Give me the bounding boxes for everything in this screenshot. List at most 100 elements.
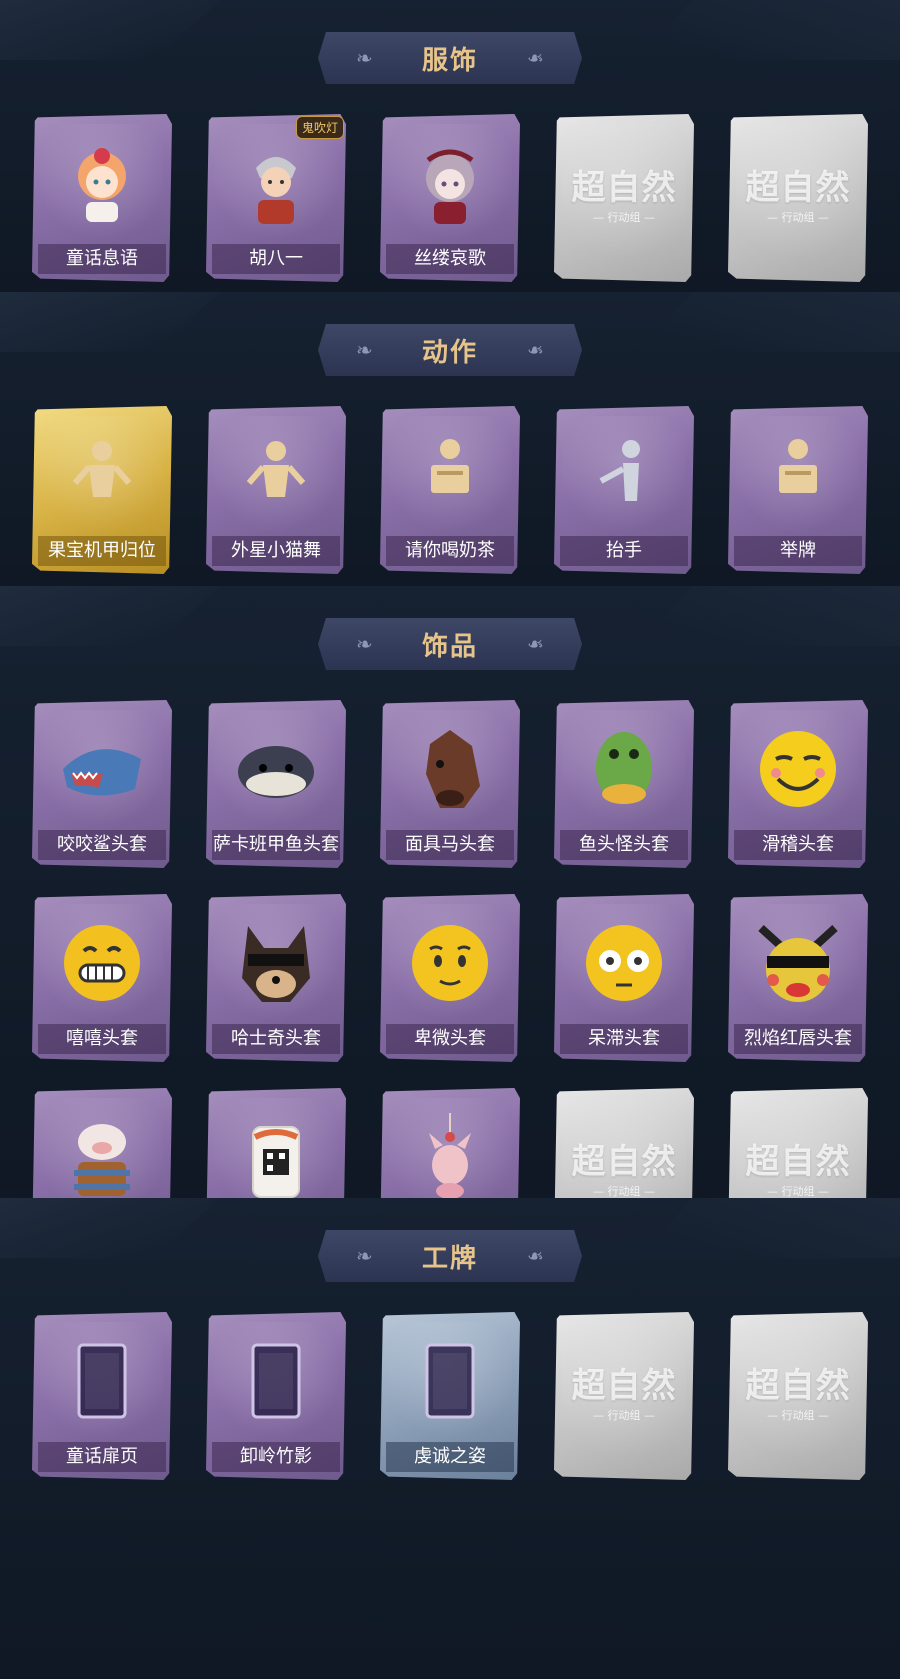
item-card[interactable]: 果宝机甲归位 (32, 406, 172, 574)
item-preview (388, 124, 512, 246)
item-preview (214, 904, 338, 1026)
swirl-ornament-icon: ❧ (527, 632, 544, 656)
item-card[interactable]: 烈焰红唇头套 (728, 894, 868, 1062)
cow-backpack-icon (60, 1112, 144, 1206)
item-card[interactable]: 外星小猫舞 (206, 406, 346, 574)
swirl-ornament-icon: ❧ (356, 46, 373, 70)
item-card[interactable]: 童话扉页 (32, 1312, 172, 1480)
item-preview (388, 904, 512, 1026)
watermark-subtitle: — 行动组 — (593, 1185, 655, 1198)
placeholder-logo-icon: 超自然 — 行动组 — (746, 1145, 851, 1199)
item-card[interactable]: 鬼吹灯 胡八一 (206, 114, 346, 282)
item-label: 童话息语 (38, 244, 166, 274)
item-preview: 超自然 — 行动组 — (736, 1322, 860, 1470)
item-preview (736, 904, 860, 1026)
watermark-subtitle: — 行动组 — (767, 211, 829, 224)
item-card[interactable]: 抬手 (554, 406, 694, 574)
item-preview (40, 124, 164, 246)
item-label: 请你喝奶茶 (386, 536, 514, 566)
placeholder-logo-icon: 超自然 — 行动组 — (746, 1369, 851, 1423)
placeholder-logo-icon: 超自然 — 行动组 — (572, 1145, 677, 1199)
shark-head-icon (57, 729, 147, 813)
item-card[interactable]: 丝缕哀歌 (380, 114, 520, 282)
raise-hand-icon (589, 435, 659, 519)
placeholder-logo-icon: 超自然 — 行动组 — (572, 171, 677, 225)
item-label: 嘻嘻头套 (38, 1024, 166, 1054)
item-preview (562, 416, 686, 538)
locked-item-card[interactable]: 超自然 — 行动组 — (554, 1312, 694, 1480)
item-card[interactable]: 萨卡班甲鱼头套 (206, 700, 346, 868)
section-3: ❧ 饰品 ❧ 咬咬鲨头套 萨卡班甲鱼头套 面具马头套 鱼头怪头套 滑稽头套嘻嘻头套 哈士奇头套 卑… (0, 586, 900, 1256)
item-label: 果宝机甲归位 (38, 536, 166, 566)
item-label: 鱼头怪头套 (560, 830, 688, 860)
watermark-subtitle: — 行动组 — (593, 1409, 655, 1422)
item-card[interactable]: 虔诚之姿 (380, 1312, 520, 1480)
dance-pose-icon (67, 435, 137, 519)
section-2: ❧ 动作 ❧ 果宝机甲归位 外星小猫舞 请你喝奶茶 抬手 举牌 (0, 292, 900, 586)
item-card[interactable]: 卸岭竹影 (206, 1312, 346, 1480)
item-label: 呆滞头套 (560, 1024, 688, 1054)
item-card[interactable]: 卑微头套 (380, 894, 520, 1062)
item-label: 卑微头套 (386, 1024, 514, 1054)
item-label: 哈士奇头套 (212, 1024, 340, 1054)
item-preview (388, 1322, 512, 1444)
fish-head-icon (231, 734, 321, 808)
sign-hold-icon (415, 435, 485, 519)
watermark-subtitle: — 行动组 — (767, 1185, 829, 1198)
item-label: 烈焰红唇头套 (734, 1024, 862, 1054)
placeholder-logo-icon: 超自然 — 行动组 — (572, 1369, 677, 1423)
horse-head-icon (410, 724, 490, 818)
item-card[interactable]: 滑稽头套 (728, 700, 868, 868)
watermark-subtitle: — 行动组 — (767, 1409, 829, 1422)
section-title: 动作 (421, 337, 478, 368)
item-preview (388, 710, 512, 832)
item-preview (214, 1322, 338, 1444)
item-label: 萨卡班甲鱼头套 (212, 830, 340, 860)
item-label: 咬咬鲨头套 (38, 830, 166, 860)
badge-card-icon (415, 1337, 485, 1429)
item-preview (40, 1322, 164, 1444)
item-preview (40, 710, 164, 832)
item-preview: 超自然 — 行动组 — (562, 1322, 686, 1470)
swirl-ornament-icon: ❧ (356, 338, 373, 362)
item-card[interactable]: 面具马头套 (380, 700, 520, 868)
item-preview: 超自然 — 行动组 — (736, 124, 860, 272)
locked-item-card[interactable]: 超自然 — 行动组 — (728, 1312, 868, 1480)
item-preview (214, 710, 338, 832)
item-label: 举牌 (734, 536, 862, 566)
item-card[interactable]: 嘻嘻头套 (32, 894, 172, 1062)
item-card[interactable]: 鱼头怪头套 (554, 700, 694, 868)
item-preview (214, 416, 338, 538)
character-girl-icon (62, 138, 142, 232)
item-label: 卸岭竹影 (212, 1442, 340, 1472)
section-title: 饰品 (421, 631, 478, 662)
watermark-title: 超自然 (745, 1142, 851, 1182)
locked-item-card[interactable]: 超自然 — 行动组 — (554, 114, 694, 282)
item-label: 外星小猫舞 (212, 536, 340, 566)
item-card[interactable]: 童话息语 (32, 114, 172, 282)
item-preview: 超自然 — 行动组 — (562, 124, 686, 272)
swirl-ornament-icon: ❧ (527, 1244, 544, 1268)
dance-pose-icon (241, 435, 311, 519)
smirk-face-icon (756, 727, 840, 815)
section-1: ❧ 服饰 ❧ 童话息语 鬼吹灯 胡八一 丝缕哀歌 超自然 — 行动组 — 超自然 — 行动组 — (0, 0, 900, 292)
badge-card-icon (67, 1337, 137, 1429)
section-banner: ❧ 动作 ❧ (318, 324, 582, 376)
flushed-face-icon (582, 921, 666, 1009)
locked-item-card[interactable]: 超自然 — 行动组 — (728, 114, 868, 282)
item-label: 抬手 (560, 536, 688, 566)
character-doll-icon (410, 138, 490, 232)
item-preview (214, 124, 338, 246)
item-card[interactable]: 请你喝奶茶 (380, 406, 520, 574)
sign-hold-icon (763, 435, 833, 519)
item-card[interactable]: 呆滞头套 (554, 894, 694, 1062)
section-title: 服饰 (421, 45, 478, 76)
item-preview (736, 416, 860, 538)
swirl-ornament-icon: ❧ (356, 632, 373, 656)
item-card[interactable]: 咬咬鲨头套 (32, 700, 172, 868)
item-card[interactable]: 哈士奇头套 (206, 894, 346, 1062)
item-label: 面具马头套 (386, 830, 514, 860)
fishman-head-icon (584, 724, 664, 818)
item-card[interactable]: 举牌 (728, 406, 868, 574)
item-preview (562, 710, 686, 832)
